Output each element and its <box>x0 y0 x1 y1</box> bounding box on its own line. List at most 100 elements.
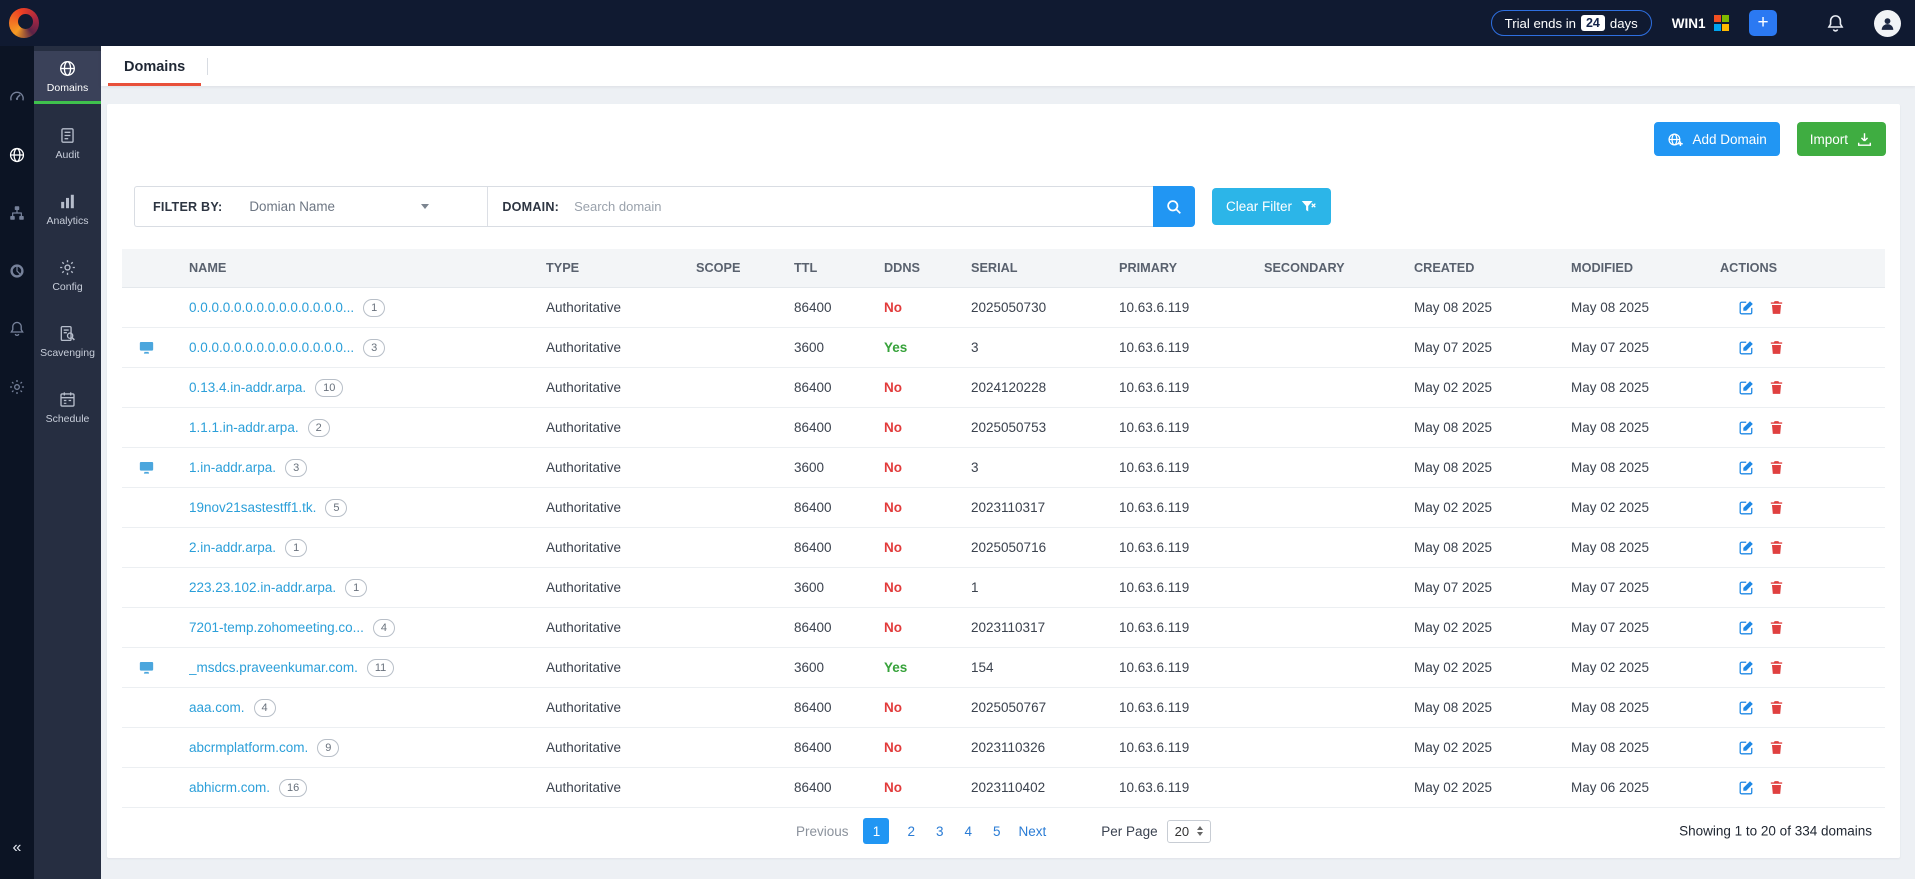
domain-link[interactable]: aaa.com. <box>189 700 245 715</box>
delete-domain-icon[interactable] <box>1768 339 1785 356</box>
sidebar-item-audit[interactable]: Audit <box>34 117 101 170</box>
server-selector[interactable]: WIN1 <box>1672 15 1729 31</box>
collapse-sidebar-button[interactable]: « <box>0 839 34 857</box>
record-count-badge: 4 <box>253 698 276 717</box>
domain-link[interactable]: 2.in-addr.arpa. <box>189 540 276 555</box>
pagination-page-1[interactable]: 1 <box>863 818 890 844</box>
domain-link[interactable]: abhicrm.com. <box>189 780 270 795</box>
delete-domain-icon[interactable] <box>1768 579 1785 596</box>
filter-x-icon <box>1300 198 1317 215</box>
edit-domain-icon[interactable] <box>1738 539 1755 556</box>
sidebar-item-scavenging[interactable]: Scavenging <box>34 315 101 368</box>
edit-domain-icon[interactable] <box>1738 459 1755 476</box>
record-count-badge: 4 <box>372 618 395 637</box>
add-domain-button[interactable]: Add Domain <box>1654 122 1780 156</box>
delete-domain-icon[interactable] <box>1768 699 1785 716</box>
pagination-controls: Previous 12345 Next Per Page 20 <box>796 818 1212 844</box>
filter-box: FILTER BY: Domian Name DOMAIN: <box>134 186 1153 227</box>
cell-modified: May 08 2025 <box>1571 740 1650 755</box>
domain-link[interactable]: 0.0.0.0.0.0.0.0.0.0.0.0.0.0... <box>189 300 354 315</box>
sidebar-nav: Domains Audit Analytics Config Scavenging Sch… <box>34 46 101 879</box>
domain-link[interactable]: 1.1.1.in-addr.arpa. <box>189 420 299 435</box>
cell-type: Authoritative <box>546 380 622 395</box>
cell-type: Authoritative <box>546 740 622 755</box>
cell-ttl: 86400 <box>794 700 832 715</box>
sidebar-item-schedule[interactable]: Schedule <box>34 381 101 434</box>
filter-by-select[interactable]: Domian Name <box>249 199 430 214</box>
edit-domain-icon[interactable] <box>1738 379 1755 396</box>
clear-filter-button[interactable]: Clear Filter <box>1212 188 1332 225</box>
delete-domain-icon[interactable] <box>1768 659 1785 676</box>
edit-domain-icon[interactable] <box>1738 739 1755 756</box>
domain-link[interactable]: 7201-temp.zohomeeting.co... <box>189 620 364 635</box>
delete-domain-icon[interactable] <box>1768 499 1785 516</box>
domain-link[interactable]: 223.23.102.in-addr.arpa. <box>189 580 336 595</box>
table-row: _msdcs.praveenkumar.com. 11 Authoritative 3… <box>122 648 1885 688</box>
domain-search-input[interactable] <box>574 187 1153 226</box>
domain-link[interactable]: 0.13.4.in-addr.arpa. <box>189 380 306 395</box>
quick-add-button[interactable]: + <box>1749 10 1777 36</box>
edit-domain-icon[interactable] <box>1738 619 1755 636</box>
admin-icon[interactable] <box>0 358 34 416</box>
sidebar-item-domains[interactable]: Domains <box>34 51 101 104</box>
per-page-label: Per Page <box>1101 823 1158 839</box>
cell-created: May 07 2025 <box>1414 580 1493 595</box>
edit-domain-icon[interactable] <box>1738 579 1755 596</box>
domain-link[interactable]: 0.0.0.0.0.0.0.0.0.0.0.0.0.0... <box>189 340 354 355</box>
user-avatar[interactable] <box>1874 9 1901 37</box>
delete-domain-icon[interactable] <box>1768 779 1785 796</box>
alarms-icon[interactable] <box>0 300 34 358</box>
domain-link[interactable]: 19nov21sastestff1.tk. <box>189 500 316 515</box>
cell-ddns: Yes <box>884 660 908 675</box>
pagination-previous[interactable]: Previous <box>796 824 849 839</box>
domain-link[interactable]: abcrmplatform.com. <box>189 740 308 755</box>
table-row: 1.1.1.in-addr.arpa. 2 Authoritative 86400 No… <box>122 408 1885 448</box>
edit-domain-icon[interactable] <box>1738 419 1755 436</box>
cell-ddns: No <box>884 620 902 635</box>
record-count-badge: 5 <box>325 498 348 517</box>
column-header-ddns: DDNS <box>884 261 920 275</box>
cell-serial: 1 <box>971 580 979 595</box>
cell-actions <box>1720 459 1885 476</box>
pagination-page-5[interactable]: 5 <box>990 824 1004 839</box>
delete-domain-icon[interactable] <box>1768 419 1785 436</box>
delete-domain-icon[interactable] <box>1768 299 1785 316</box>
delete-domain-icon[interactable] <box>1768 379 1785 396</box>
trial-banner[interactable]: Trial ends in 24 days <box>1490 10 1652 36</box>
column-header-ttl: TTL <box>794 261 818 275</box>
table-row: 2.in-addr.arpa. 1 Authoritative 86400 No 2025… <box>122 528 1885 568</box>
reports-icon[interactable] <box>0 242 34 300</box>
search-button[interactable] <box>1153 186 1195 227</box>
domain-link[interactable]: 1.in-addr.arpa. <box>189 460 276 475</box>
record-count-badge: 3 <box>363 338 386 357</box>
cell-created: May 02 2025 <box>1414 740 1493 755</box>
sidebar-item-config[interactable]: Config <box>34 249 101 302</box>
import-button[interactable]: Import <box>1796 122 1886 156</box>
edit-domain-icon[interactable] <box>1738 339 1755 356</box>
edit-domain-icon[interactable] <box>1738 699 1755 716</box>
record-count-badge: 11 <box>366 658 395 677</box>
delete-domain-icon[interactable] <box>1768 539 1785 556</box>
delete-domain-icon[interactable] <box>1768 619 1785 636</box>
edit-domain-icon[interactable] <box>1738 299 1755 316</box>
pagination-page-2[interactable]: 2 <box>904 824 918 839</box>
cell-name: abcrmplatform.com. 9 <box>122 738 546 757</box>
sites-icon[interactable] <box>0 184 34 242</box>
edit-domain-icon[interactable] <box>1738 659 1755 676</box>
dns-globe-icon[interactable] <box>0 126 34 184</box>
edit-domain-icon[interactable] <box>1738 499 1755 516</box>
per-page-select[interactable]: 20 <box>1166 819 1212 843</box>
tab-domains[interactable]: Domains <box>108 49 202 86</box>
pagination-next[interactable]: Next <box>1019 824 1047 839</box>
delete-domain-icon[interactable] <box>1768 739 1785 756</box>
domain-link[interactable]: _msdcs.praveenkumar.com. <box>189 660 358 675</box>
sidebar-item-analytics[interactable]: Analytics <box>34 183 101 236</box>
dashboard-icon[interactable] <box>0 68 34 126</box>
domains-icon <box>58 59 77 78</box>
edit-domain-icon[interactable] <box>1738 779 1755 796</box>
cell-ddns: No <box>884 300 902 315</box>
pagination-page-4[interactable]: 4 <box>962 824 976 839</box>
delete-domain-icon[interactable] <box>1768 459 1785 476</box>
pagination-page-3[interactable]: 3 <box>933 824 947 839</box>
notifications-bell-icon[interactable] <box>1825 13 1846 34</box>
